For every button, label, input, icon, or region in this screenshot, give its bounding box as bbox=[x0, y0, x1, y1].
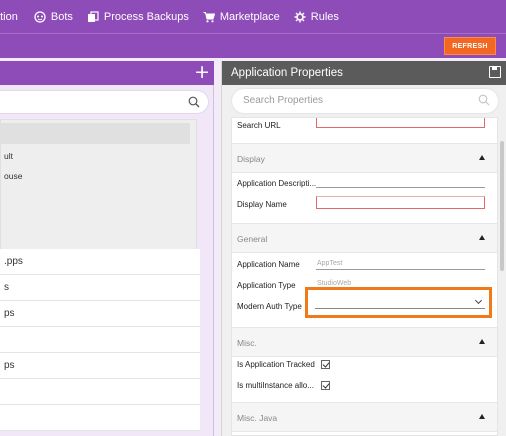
highlight-box bbox=[305, 287, 492, 318]
application-list: .pps s ps ps bbox=[0, 249, 200, 431]
nav-item-marketplace[interactable]: Marketplace bbox=[203, 11, 280, 23]
property-label: Is Application Tracked bbox=[237, 360, 315, 369]
left-panel-header: + bbox=[0, 61, 214, 85]
section-title: Display bbox=[237, 154, 265, 164]
section-display[interactable]: Display bbox=[232, 143, 497, 173]
toolbar: REFRESH bbox=[0, 33, 506, 58]
nav-item-label: Marketplace bbox=[219, 10, 280, 23]
nav-item-rules[interactable]: Rules bbox=[294, 11, 339, 23]
process-backup-icon bbox=[87, 10, 99, 22]
section-general[interactable]: General bbox=[232, 223, 497, 253]
collapse-icon[interactable] bbox=[479, 414, 485, 419]
properties-search-input[interactable]: Search Properties bbox=[232, 89, 498, 113]
section-title: Misc. Java bbox=[237, 413, 278, 423]
application-description-field[interactable] bbox=[316, 175, 485, 188]
search-icon[interactable] bbox=[188, 96, 200, 108]
list-item[interactable] bbox=[0, 327, 200, 353]
search-url-field[interactable] bbox=[316, 118, 485, 128]
property-label: Modern Auth Type bbox=[237, 302, 302, 311]
property-label: Application Descripti... bbox=[237, 179, 317, 188]
property-label: Application Type bbox=[237, 281, 296, 290]
collapse-icon[interactable] bbox=[479, 339, 485, 344]
properties-scrollbar[interactable] bbox=[500, 141, 504, 271]
property-label: Display Name bbox=[237, 200, 287, 209]
list-item[interactable]: s bbox=[0, 275, 200, 301]
nav-item-label: Process Backups bbox=[103, 10, 189, 23]
section-title: General bbox=[237, 234, 268, 244]
nav-item-process-backups[interactable]: Process Backups bbox=[87, 11, 189, 23]
display-name-field[interactable] bbox=[316, 196, 485, 209]
properties-panel: Application Properties Search Properties… bbox=[221, 61, 506, 436]
app-window: ation Bots Process Backups Marketplace R… bbox=[0, 0, 506, 436]
properties-list: Search URL Display Application Descripti… bbox=[231, 117, 498, 436]
search-icon[interactable] bbox=[478, 94, 490, 106]
nav-item-label: Rules bbox=[310, 10, 339, 23]
refresh-button[interactable]: REFRESH bbox=[444, 37, 496, 55]
property-label: Search URL bbox=[237, 121, 281, 130]
property-label: Is multiInstance allo... bbox=[237, 381, 314, 390]
left-search-input[interactable] bbox=[0, 90, 209, 114]
search-placeholder: Search Properties bbox=[243, 95, 324, 106]
list-item[interactable] bbox=[0, 405, 200, 431]
property-label: Application Name bbox=[237, 260, 300, 269]
left-panel: + ult ouse .pps s ps ps bbox=[0, 61, 214, 436]
top-nav: ation Bots Process Backups Marketplace R… bbox=[0, 0, 506, 33]
section-misc[interactable]: Misc. bbox=[232, 327, 497, 357]
collapse-icon[interactable] bbox=[479, 235, 485, 240]
list-item[interactable]: .pps bbox=[0, 249, 200, 275]
nav-item-application[interactable]: ation bbox=[0, 11, 18, 23]
list-item[interactable]: ps bbox=[0, 353, 200, 379]
application-type-value: StudioWeb bbox=[317, 280, 352, 287]
bot-icon bbox=[34, 10, 46, 23]
application-name-value: AppTest bbox=[317, 260, 343, 267]
section-title: Misc. bbox=[237, 338, 257, 348]
tree-selected-row[interactable] bbox=[1, 123, 190, 144]
nav-item-label: Bots bbox=[50, 10, 73, 23]
tree-item[interactable]: ouse bbox=[4, 171, 22, 181]
cart-icon bbox=[203, 11, 215, 22]
list-item[interactable] bbox=[0, 379, 200, 405]
plus-icon[interactable]: + bbox=[194, 63, 210, 82]
save-icon[interactable] bbox=[489, 66, 501, 78]
tracked-checkbox[interactable] bbox=[321, 360, 330, 369]
nav-item-label: ation bbox=[0, 10, 18, 23]
tree-item[interactable]: ult bbox=[4, 151, 13, 161]
panel-title: Application Properties bbox=[231, 67, 343, 79]
collapse-icon[interactable] bbox=[479, 155, 485, 160]
list-item[interactable]: ps bbox=[0, 301, 200, 327]
rules-icon bbox=[294, 11, 306, 22]
section-misc-java[interactable]: Misc. Java bbox=[232, 402, 497, 432]
properties-header: Application Properties bbox=[222, 61, 506, 85]
nav-item-bots[interactable]: Bots bbox=[34, 11, 73, 23]
multiinstance-checkbox[interactable] bbox=[321, 381, 330, 390]
